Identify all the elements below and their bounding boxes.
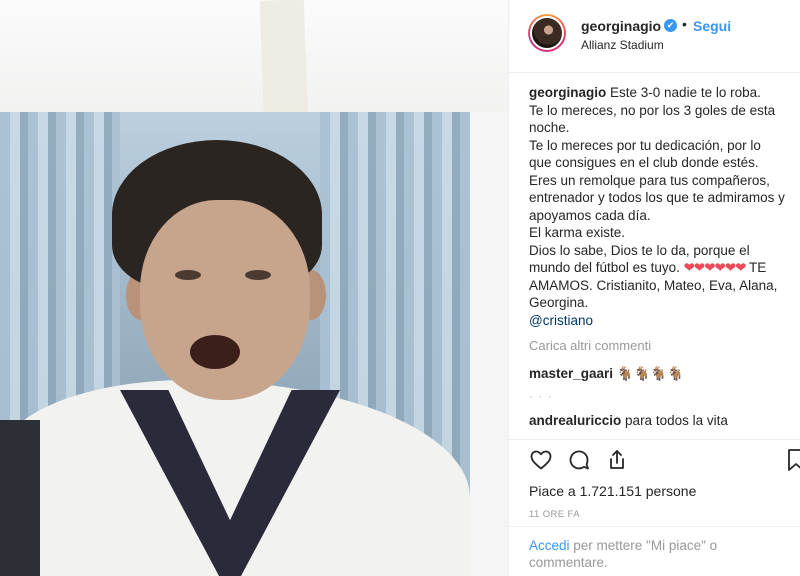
share-icon[interactable]	[605, 448, 629, 472]
hearts-emoji: ❤❤❤❤❤❤	[683, 260, 747, 275]
heart-icon[interactable]	[529, 448, 553, 472]
post-photo[interactable]	[0, 0, 508, 576]
comment-item: andrealuriccio para todos la vita	[529, 412, 787, 430]
comment-item: master_gaari 🐐🐐🐐🐐	[529, 365, 787, 383]
mention-link[interactable]: @cristiano	[529, 313, 593, 328]
post-sidebar: georginagio ✔ • Segui Allianz Stadium ge…	[508, 0, 800, 576]
photo-eye-right	[245, 270, 271, 280]
comment-icon[interactable]	[567, 448, 591, 472]
photo-edge	[470, 112, 508, 576]
photo-eye-left	[175, 270, 201, 280]
photo-mouth	[190, 335, 240, 369]
login-prompt: Accedi per mettere "Mi piace" o commenta…	[529, 537, 779, 571]
location-link[interactable]: Allianz Stadium	[581, 38, 664, 52]
verified-icon: ✔	[664, 19, 677, 32]
comment-text: para todos la vita	[621, 413, 728, 428]
comment-partial: · · ·	[529, 389, 553, 402]
comments-list[interactable]: georginagio Este 3-0 nadie te lo roba. T…	[529, 84, 787, 439]
divider	[509, 439, 800, 440]
caption: georginagio Este 3-0 nadie te lo roba. T…	[529, 84, 787, 329]
caption-line-4: El karma existe.	[529, 225, 626, 240]
divider	[509, 526, 800, 527]
comment-user[interactable]: master_gaari	[529, 366, 613, 381]
avatar[interactable]	[528, 14, 566, 52]
separator-dot: •	[682, 16, 687, 32]
username[interactable]: georginagio	[581, 18, 661, 34]
likes-count[interactable]: Piace a 1.721.151 persone	[529, 483, 696, 499]
login-link[interactable]: Accedi	[529, 538, 570, 553]
caption-line-3: Te lo mereces por tu dedicación, por lo …	[529, 137, 785, 223]
comment-text: 🐐🐐🐐🐐	[613, 365, 685, 381]
photo-shadow	[0, 420, 40, 576]
bookmark-icon[interactable]	[787, 448, 800, 472]
action-bar	[529, 446, 800, 476]
caption-author[interactable]: georginagio	[529, 85, 606, 100]
post-timestamp[interactable]: 11 ORE FA	[529, 509, 580, 520]
photo-face	[140, 200, 310, 400]
load-more-comments[interactable]: Carica altri commenti	[529, 337, 787, 355]
photo-background	[0, 0, 508, 120]
follow-button[interactable]: Segui	[693, 18, 731, 34]
caption-line-2: Te lo mereces, no por los 3 goles de est…	[529, 102, 776, 136]
post-header: georginagio ✔ • Segui Allianz Stadium	[509, 0, 800, 73]
caption-line-1: Este 3-0 nadie te lo roba.	[610, 85, 761, 100]
comment-user[interactable]: andrealuriccio	[529, 413, 621, 428]
